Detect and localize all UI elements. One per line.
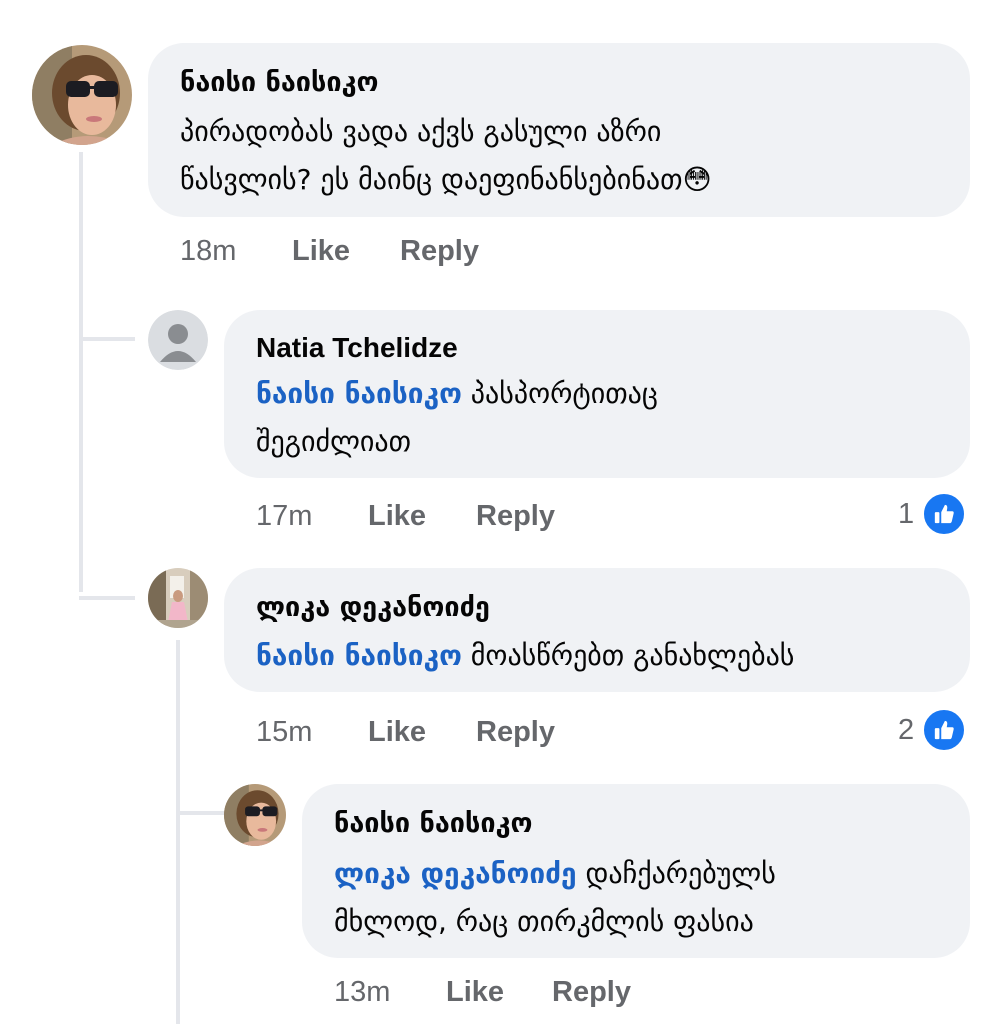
reply-button[interactable]: Reply [476,716,555,749]
thread-line-branch-3 [176,811,224,815]
avatar[interactable] [32,45,132,145]
comment-time[interactable]: 17m [256,500,312,533]
thumbs-up-icon [922,492,967,536]
like-button[interactable]: Like [368,716,426,749]
comment-text-line: ნაისი ნაისიკო მოასწრებთ განახლებას [256,639,795,672]
reply-button[interactable]: Reply [552,976,631,1009]
user-photo-icon [148,568,208,628]
comment-text: პირადობას ვადა აქვს გასული აზრი წასვლის?… [180,108,712,204]
reaction-count: 2 [898,713,915,746]
reply-button[interactable]: Reply [476,500,555,533]
comment-text-line: შეგიძლიათ [256,425,412,458]
thread-line-branch-2 [79,596,135,600]
thumbs-up-icon [922,708,967,752]
comment-text-line: წასვლის? ეს მაინც დაეფინანსებინათ😳 [180,163,712,196]
avatar[interactable] [224,784,286,846]
like-button[interactable]: Like [368,500,426,533]
avatar[interactable] [148,568,208,628]
comment-time[interactable]: 18m [180,235,236,268]
avatar[interactable] [148,310,208,370]
comment-author[interactable]: ლიკა დეკანოიძე [256,592,490,623]
comment-author[interactable]: ნაისი ნაისიკო [334,808,533,839]
comment-author[interactable]: ნაისი ნაისიკო [180,67,379,98]
flushed-face-emoji-icon: 😳 [682,163,712,196]
like-button[interactable]: Like [446,976,504,1009]
comment-author[interactable]: Natia Tchelidze [256,332,458,364]
like-button[interactable]: Like [292,235,350,268]
comment-text: ნაისი ნაისიკო პასპორტითაც შეგიძლიათ [256,370,658,466]
comment-text-line: პირადობას ვადა აქვს გასული აზრი [180,115,662,148]
comment-text: ნაისი ნაისიკო მოასწრებთ განახლებას [256,632,940,684]
default-profile-icon [148,310,208,370]
thread-line-main [79,152,83,592]
user-photo-icon [32,45,132,145]
comment-text: ლიკა დეკანოიძე დაჩქარებულს მხლოდ, რაც თი… [334,850,776,946]
reaction-summary[interactable]: 2 [898,708,967,752]
reply-button[interactable]: Reply [400,235,479,268]
mention-link[interactable]: ლიკა დეკანოიძე [334,857,577,890]
reaction-count: 1 [898,497,915,530]
mention-link[interactable]: ნაისი ნაისიკო [256,377,462,410]
comment-time[interactable]: 13m [334,976,390,1009]
comment-time[interactable]: 15m [256,716,312,749]
mention-link[interactable]: ნაისი ნაისიკო [256,639,462,672]
comment-text-line: მხლოდ, რაც თირკმლის ფასია [334,905,754,938]
comment-text-line: ნაისი ნაისიკო პასპორტითაც [256,377,658,410]
comment-text-line: ლიკა დეკანოიძე დაჩქარებულს [334,857,776,890]
reaction-summary[interactable]: 1 [898,492,967,536]
thread-line-sub [176,640,180,1024]
thread-line-branch-1 [79,337,135,341]
user-photo-icon [224,784,286,846]
